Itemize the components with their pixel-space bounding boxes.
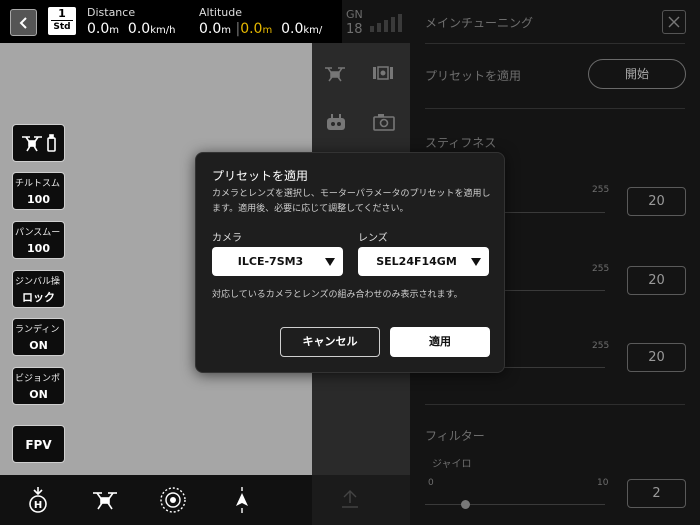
drone-takeoff-button[interactable] [90, 485, 120, 515]
gyro-slider-handle[interactable] [461, 500, 470, 509]
drone-icon [93, 492, 117, 510]
distance-label: Distance [87, 6, 136, 19]
drone-mode-icon[interactable] [323, 65, 347, 83]
gnss-count: 18 [346, 22, 363, 37]
landing-button[interactable]: ランディン ON [12, 318, 65, 356]
gimbal-mode-icon[interactable] [372, 65, 394, 81]
flight-mode-number: 1 [58, 7, 66, 20]
signal-strength-icon [370, 14, 402, 32]
close-icon [668, 16, 680, 28]
return-home-button[interactable]: H [23, 485, 53, 515]
gyro-value[interactable]: 2 [627, 479, 686, 508]
distance-value: 0.0 [87, 21, 110, 37]
fpv-label: FPV [25, 438, 52, 452]
gnss-indicator: GN 18 [342, 0, 410, 43]
altitude-highlight-value: 0.0 [240, 21, 263, 37]
aircraft-battery-button[interactable] [12, 124, 65, 162]
controller-icon[interactable] [325, 113, 347, 131]
gyro-label: ジャイロ [432, 459, 472, 470]
vspeed-value: 0.0 [281, 21, 304, 37]
vision-positioning-label: ビジョンポ [15, 374, 61, 384]
apply-preset-dialog: プリセットを適用 カメラとレンズを選択し、モーターパラメータのプリセットを適用し… [195, 152, 505, 373]
pan-smooth-button[interactable]: パンスムー 100 [12, 221, 65, 259]
chevron-left-icon [19, 16, 27, 29]
gimbal-control-value: ロック [22, 291, 55, 304]
stiffness-value-1[interactable]: 20 [627, 187, 686, 216]
drone-battery-icon [21, 134, 56, 152]
panel-title: メインチューニング [425, 16, 534, 30]
target-icon [160, 487, 186, 513]
vision-positioning-value: ON [29, 388, 48, 401]
apply-button[interactable]: 適用 [390, 327, 490, 357]
orbit-button[interactable] [158, 485, 188, 515]
panel-close-button[interactable] [662, 10, 686, 34]
caret-down-icon [471, 258, 481, 266]
lens-select-value: SEL24F14GM [376, 255, 457, 268]
dialog-description: カメラとレンズを選択し、モーターパラメータのプリセットを適用します。適用後、必要… [212, 189, 491, 214]
tilt-smooth-label: チルトスム [15, 179, 61, 189]
gyro-max: 10 [597, 478, 609, 488]
landing-label: ランディン [15, 325, 60, 335]
camera-select-value: ILCE-7SM3 [237, 255, 304, 268]
stiffness-label: スティフネス [425, 136, 497, 150]
gyro-slider[interactable] [425, 504, 605, 505]
bottom-toolbar: H [0, 475, 312, 525]
gimbal-control-button[interactable]: ジンバル操 ロック [12, 270, 65, 308]
svg-text:H: H [34, 500, 42, 511]
home-h-icon: H [29, 487, 47, 513]
slider-max-3: 255 [592, 341, 610, 351]
camera-settings-icon[interactable] [373, 113, 395, 131]
dialog-title: プリセットを適用 [212, 169, 309, 183]
upload-icon[interactable] [340, 489, 360, 509]
back-button[interactable] [10, 9, 37, 36]
bottom-toolbar-shaded [312, 475, 410, 525]
speed-unit: km/h [150, 25, 176, 36]
dialog-note: 対応しているカメラとレンズの組み合わせのみ表示されます。 [212, 290, 463, 300]
camera-select[interactable]: ILCE-7SM3 [212, 247, 343, 276]
flight-mode-label: Std [53, 22, 71, 32]
altitude-highlight-unit: m [262, 25, 273, 36]
tilt-smooth-button[interactable]: チルトスム 100 [12, 172, 65, 210]
caret-down-icon [325, 258, 335, 266]
pan-smooth-label: パンスムー [15, 228, 61, 238]
navigation-button[interactable] [227, 485, 257, 515]
flight-mode-badge: 1 Std [48, 7, 76, 35]
pan-smooth-value: 100 [27, 242, 50, 255]
camera-label: カメラ [212, 233, 242, 244]
vision-positioning-button[interactable]: ビジョンポ ON [12, 367, 65, 405]
gyro-min: 0 [428, 478, 434, 488]
slider-max-1: 255 [592, 185, 610, 195]
gnss-label: GN [346, 8, 363, 21]
altitude-value: 0.0 [199, 21, 222, 37]
lens-select[interactable]: SEL24F14GM [358, 247, 489, 276]
filter-label: フィルター [425, 429, 485, 443]
navigation-arrow-icon [236, 487, 248, 513]
landing-value: ON [29, 339, 48, 352]
panel-apply-preset-label: プリセットを適用 [425, 69, 522, 83]
cancel-button[interactable]: キャンセル [280, 327, 380, 357]
altitude-readout: 0.0m |0.0m 0.0km/ [199, 21, 323, 37]
start-button[interactable]: 開始 [588, 59, 686, 89]
slider-max-2: 255 [592, 264, 610, 274]
speed-value: 0.0 [127, 21, 151, 37]
distance-readout: 0.0m 0.0km/h [87, 21, 175, 37]
tilt-smooth-value: 100 [27, 193, 50, 206]
stiffness-value-2[interactable]: 20 [627, 266, 686, 295]
gimbal-control-label: ジンバル操 [15, 277, 61, 287]
altitude-unit: m [221, 25, 232, 36]
lens-label: レンズ [358, 233, 388, 244]
distance-unit: m [109, 25, 120, 36]
vspeed-unit: km/ [303, 25, 323, 36]
stiffness-value-3[interactable]: 20 [627, 343, 686, 372]
fpv-button[interactable]: FPV [12, 425, 65, 463]
altitude-label: Altitude [199, 6, 242, 19]
